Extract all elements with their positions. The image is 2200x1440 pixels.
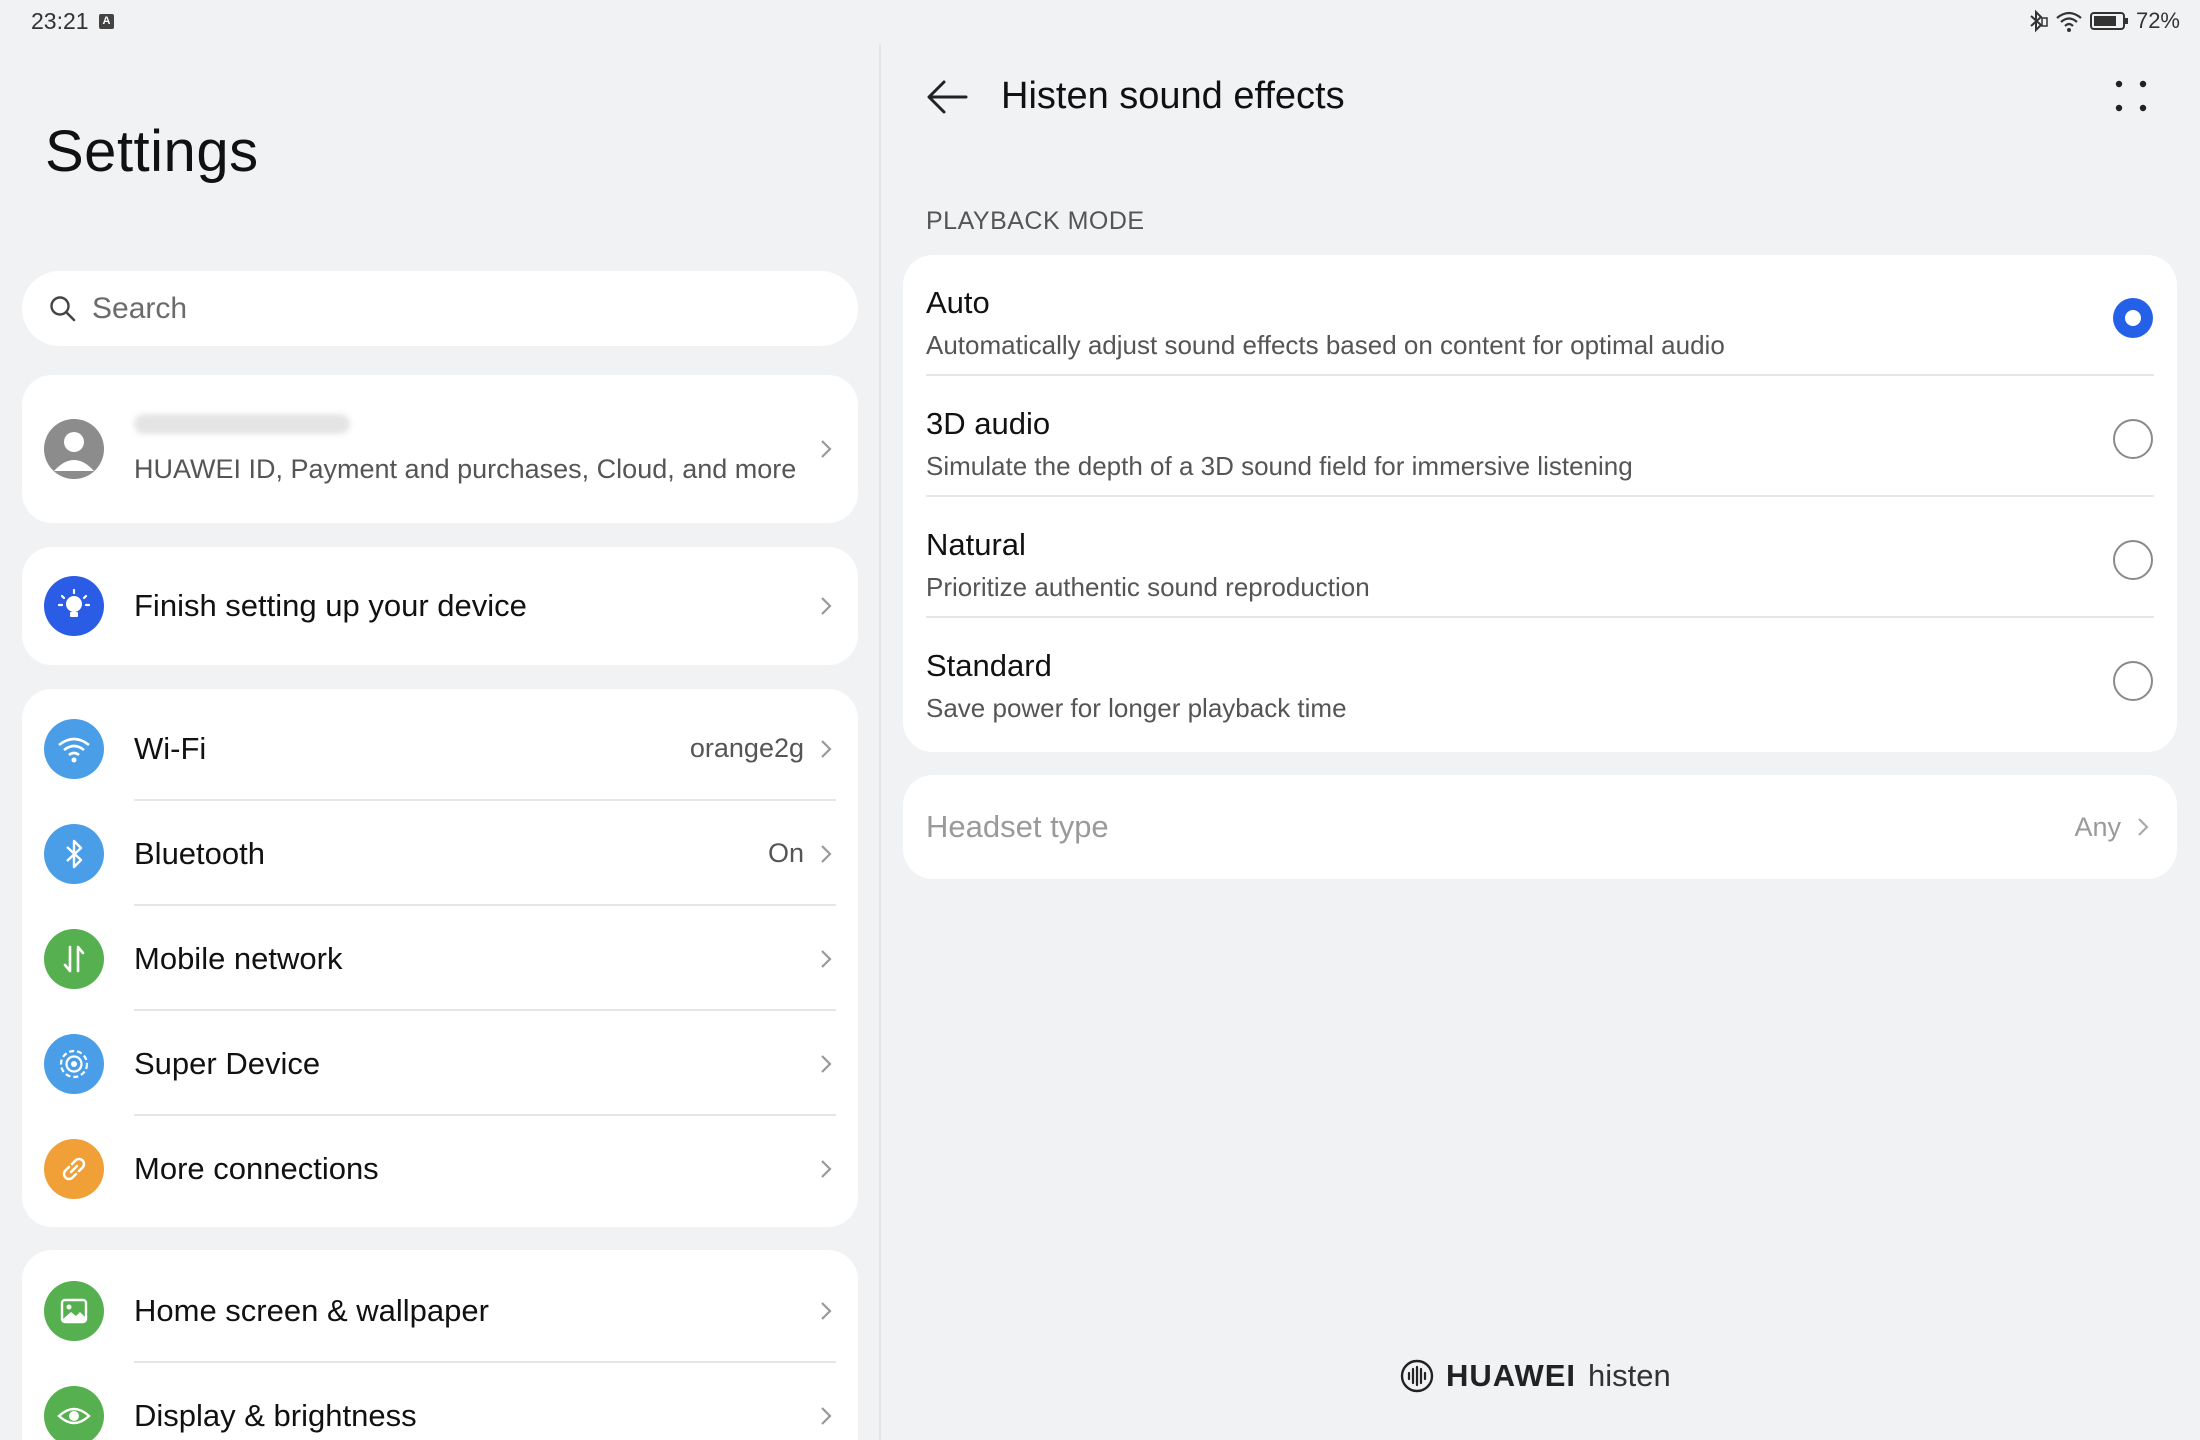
radio-button[interactable] <box>2113 419 2153 459</box>
playback-mode-card: Auto Automatically adjust sound effects … <box>903 255 2177 752</box>
mobile-network-label: Mobile network <box>134 940 343 976</box>
chevron-right-icon <box>821 597 832 615</box>
wifi-status-icon <box>2056 11 2082 32</box>
super-device-icon <box>44 1033 104 1094</box>
search-input[interactable]: Search <box>22 271 858 346</box>
panel-divider <box>879 44 881 1440</box>
finish-setup-label: Finish setting up your device <box>134 588 527 623</box>
mode-title: Standard <box>926 648 1052 683</box>
huawei-histen-logo: HUAWEI histen <box>1400 1358 1671 1394</box>
brand-sub: histen <box>1588 1358 1671 1393</box>
chevron-right-icon <box>821 1406 832 1425</box>
notification-badge-icon: A <box>99 14 114 29</box>
chevron-right-icon <box>821 739 832 758</box>
account-name-redacted <box>134 413 350 434</box>
status-bar: 23:21 A 72% <box>0 0 2200 44</box>
mode-description: Automatically adjust sound effects based… <box>926 330 1725 360</box>
bluetooth-icon <box>44 823 104 884</box>
more-options-icon[interactable] <box>2113 78 2149 114</box>
status-indicators: 72% <box>2026 8 2180 34</box>
section-header-playback-mode: PLAYBACK MODE <box>926 207 1145 235</box>
link-icon <box>44 1138 104 1199</box>
headset-type-label: Headset type <box>926 809 1109 844</box>
chevron-right-icon <box>821 949 832 968</box>
back-arrow-icon[interactable] <box>926 78 968 116</box>
radio-button[interactable] <box>2113 540 2153 580</box>
wifi-value: orange2g <box>689 733 804 763</box>
detail-page-title: Histen sound effects <box>1001 75 1345 117</box>
mode-title: Auto <box>926 285 990 320</box>
page-title: Settings <box>45 119 259 184</box>
display-card: Home screen & wallpaper Display & bright… <box>22 1250 858 1440</box>
account-row[interactable]: HUAWEI ID, Payment and purchases, Cloud,… <box>22 375 858 523</box>
picture-icon <box>44 1280 104 1341</box>
battery-icon <box>2089 12 2128 30</box>
radio-button-selected[interactable] <box>2113 298 2153 338</box>
search-placeholder: Search <box>92 291 188 325</box>
mode-title: 3D audio <box>926 406 1051 441</box>
wifi-label: Wi-Fi <box>134 730 207 766</box>
account-card: HUAWEI ID, Payment and purchases, Cloud,… <box>22 375 858 523</box>
chevron-right-icon <box>821 1301 832 1320</box>
finish-setup-row[interactable]: Finish setting up your device <box>22 547 858 665</box>
home-screen-label: Home screen & wallpaper <box>134 1292 489 1328</box>
battery-percent: 72% <box>2135 8 2180 33</box>
bluetooth-value: On <box>767 838 804 868</box>
wifi-icon <box>44 718 104 779</box>
setup-card: Finish setting up your device <box>22 547 858 665</box>
mode-description: Save power for longer playback time <box>926 693 1347 723</box>
sidebar-item-display-brightness[interactable]: Display & brightness <box>22 1363 858 1440</box>
search-icon <box>50 295 76 321</box>
sidebar-item-home-screen[interactable]: Home screen & wallpaper <box>22 1258 858 1363</box>
mode-title: Natural <box>926 527 1026 562</box>
avatar <box>44 419 104 479</box>
mobile-data-icon <box>44 928 104 989</box>
chevron-right-icon <box>2138 818 2149 836</box>
mode-option-standard[interactable]: Standard Save power for longer playback … <box>903 618 2177 739</box>
sidebar-item-wifi[interactable]: Wi-Fi orange2g <box>22 696 858 801</box>
display-brightness-label: Display & brightness <box>134 1397 417 1433</box>
bluetooth-status-icon <box>2030 9 2048 33</box>
mode-description: Simulate the depth of a 3D sound field f… <box>926 451 1633 481</box>
mode-description: Prioritize authentic sound reproduction <box>926 572 1370 602</box>
bluetooth-label: Bluetooth <box>134 835 265 871</box>
mode-option-3d-audio[interactable]: 3D audio Simulate the depth of a 3D soun… <box>903 376 2177 497</box>
headset-type-value: Any <box>2074 811 2121 842</box>
radio-button[interactable] <box>2113 661 2153 701</box>
status-time: 23:21 <box>31 8 89 34</box>
sidebar-item-bluetooth[interactable]: Bluetooth On <box>22 801 858 906</box>
sidebar-item-super-device[interactable]: Super Device <box>22 1011 858 1116</box>
chevron-right-icon <box>821 440 832 458</box>
chevron-right-icon <box>821 1054 832 1073</box>
account-subtitle: HUAWEI ID, Payment and purchases, Cloud,… <box>134 453 797 484</box>
mode-option-natural[interactable]: Natural Prioritize authentic sound repro… <box>903 497 2177 618</box>
super-device-label: Super Device <box>134 1045 321 1081</box>
avatar-icon <box>54 432 94 471</box>
connections-card: Wi-Fi orange2g Bluetooth On Mobile netwo… <box>22 689 858 1227</box>
chevron-right-icon <box>821 844 832 863</box>
eye-icon <box>44 1385 104 1440</box>
more-connections-label: More connections <box>134 1150 379 1186</box>
lightbulb-icon <box>44 576 104 636</box>
headset-type-row[interactable]: Headset type Any <box>903 775 2177 879</box>
sidebar-item-mobile-network[interactable]: Mobile network <box>22 906 858 1011</box>
mode-option-auto[interactable]: Auto Automatically adjust sound effects … <box>903 255 2177 376</box>
sidebar-item-more-connections[interactable]: More connections <box>22 1116 858 1221</box>
chevron-right-icon <box>821 1159 832 1178</box>
brand-name: HUAWEI <box>1446 1358 1576 1393</box>
histen-logo-icon <box>1400 1359 1434 1393</box>
